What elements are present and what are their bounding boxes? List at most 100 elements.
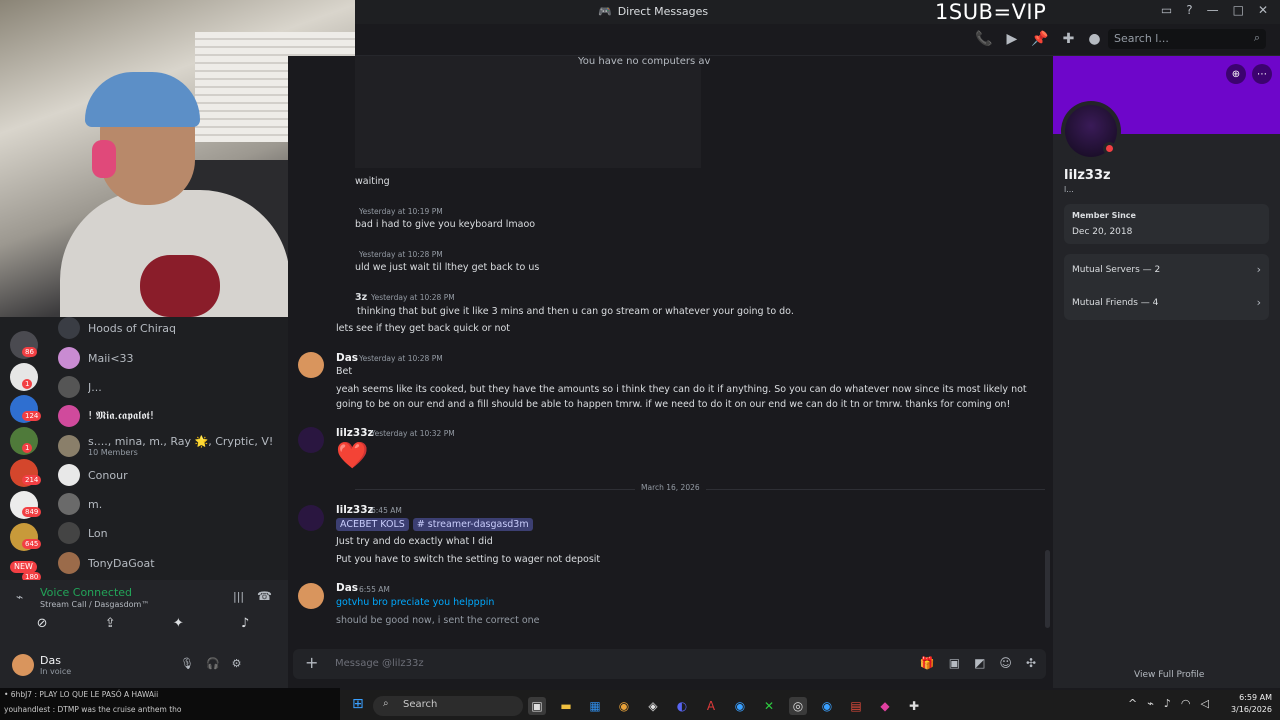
minimize-button[interactable]: —: [1207, 3, 1219, 17]
app-icon[interactable]: ◆: [876, 697, 894, 715]
stream-chat-ticker: • 6hbJ7 : PLAY LO QUE LE PASÓ A HAWAii y…: [0, 688, 340, 720]
steam-icon[interactable]: ◎: [789, 697, 807, 715]
help-icon[interactable]: ?: [1186, 3, 1192, 17]
windows-start-icon[interactable]: ⊞: [352, 696, 364, 712]
message-author[interactable]: Das: [336, 582, 358, 594]
user-avatar[interactable]: [12, 654, 34, 676]
add-friend-icon[interactable]: ⊕: [1226, 64, 1246, 84]
noise-suppression-icon[interactable]: |||: [233, 590, 244, 603]
inbox-icon[interactable]: ▭: [1161, 3, 1172, 17]
sticker-icon[interactable]: ◩: [974, 656, 985, 670]
app-icon[interactable]: ◈: [644, 697, 662, 715]
dm-list: Hoods of Chiraq Maii<33 J... ! 𝕸𝖎𝖆.𝖈𝖆𝖕𝖆𝖑…: [48, 317, 288, 580]
channel-mention[interactable]: # streamer-dasgasd3m: [412, 518, 533, 531]
chat-scrollbar[interactable]: [1045, 550, 1050, 628]
more-icon[interactable]: ⋯: [1252, 64, 1272, 84]
edge-icon[interactable]: ◉: [731, 697, 749, 715]
wifi-icon[interactable]: ◠: [1181, 697, 1191, 710]
emoji-icon[interactable]: ☺: [999, 656, 1012, 670]
timestamp: Yesterday at 10:19 PM: [359, 207, 443, 216]
attach-plus-icon[interactable]: +: [305, 653, 318, 672]
dm-item[interactable]: Maii<33: [58, 344, 283, 372]
dm-name: Conour: [88, 468, 128, 482]
screen-share-icon[interactable]: ⇪: [105, 616, 116, 631]
maximize-button[interactable]: □: [1233, 3, 1244, 17]
camera-off-icon[interactable]: ⊘: [37, 616, 48, 631]
chrome-icon[interactable]: ◉: [615, 697, 633, 715]
ticker-line: youhandlest : DTMP was the cruise anthem…: [4, 705, 182, 714]
ticker-line: • 6hbJ7 : PLAY LO QUE LE PASÓ A HAWAii: [4, 690, 159, 699]
stream-overlay-text: 1SUB=VIP: [935, 0, 1047, 24]
file-explorer-icon[interactable]: ▬: [557, 697, 575, 715]
unread-badge: 124: [22, 411, 42, 421]
voice-channel[interactable]: Stream Call / Dasgasdom™: [40, 600, 149, 609]
screenshot-embed: You have no computers av: [355, 56, 710, 168]
mic-icon[interactable]: 🎙: [180, 657, 194, 670]
avatar[interactable]: [298, 505, 324, 531]
avatar[interactable]: [298, 583, 324, 609]
message-author[interactable]: 3z: [355, 292, 367, 303]
gift-icon[interactable]: 🎁: [920, 656, 935, 670]
message-author[interactable]: lilz33z: [336, 504, 374, 516]
mutual-friends[interactable]: Mutual Friends — 4: [1072, 298, 1158, 308]
message-composer[interactable]: + Message @lilz33z 🎁 ▣ ◩ ☺ ✣: [293, 649, 1046, 679]
chevron-up-icon[interactable]: ^: [1128, 697, 1137, 710]
profile-toggle-icon[interactable]: ●: [1088, 31, 1100, 47]
task-view-icon[interactable]: ▣: [528, 697, 546, 715]
message-author[interactable]: lilz33z: [336, 427, 374, 439]
disconnect-icon[interactable]: ☎: [257, 589, 272, 603]
add-friend-icon[interactable]: ✚: [1063, 31, 1075, 47]
message-author[interactable]: Das: [336, 352, 358, 364]
roses-graphic: [140, 255, 220, 317]
app-icon[interactable]: ▤: [847, 697, 865, 715]
dm-item[interactable]: J...: [58, 373, 283, 401]
taskbar-clock[interactable]: 6:59 AM 3/16/2026: [1228, 692, 1272, 716]
app-icon[interactable]: A: [702, 697, 720, 715]
activities-icon[interactable]: ✦: [173, 616, 184, 631]
server-mention[interactable]: ACEBET KOLS: [336, 518, 409, 531]
network-icon[interactable]: ⌁: [1147, 697, 1154, 710]
dm-name: ! 𝕸𝖎𝖆.𝖈𝖆𝖕𝖆𝖑𝖔𝖙!: [88, 409, 155, 422]
voice-actions: ⊘ ⇪ ✦ ♪: [8, 616, 278, 631]
dm-item[interactable]: s...., mina, m., Ray 🌟, Cryptic, V!one, …: [58, 432, 283, 460]
member-since-label: Member Since: [1072, 211, 1136, 220]
message-text: Just try and do exactly what I did: [336, 536, 493, 547]
app-icon[interactable]: ✚: [905, 697, 923, 715]
mutual-servers[interactable]: Mutual Servers — 2: [1072, 265, 1160, 275]
avatar[interactable]: [298, 352, 324, 378]
pin-icon[interactable]: 📌: [1031, 31, 1048, 47]
xbox-icon[interactable]: ✕: [760, 697, 778, 715]
call-icon[interactable]: 📞: [975, 31, 992, 47]
profile-actions: ⊕ ⋯: [1226, 64, 1272, 84]
volume-icon[interactable]: ◁: [1200, 697, 1208, 710]
video-icon[interactable]: ▶: [1006, 31, 1017, 47]
dm-item[interactable]: Hoods of Chiraq: [58, 314, 283, 342]
headphones-icon[interactable]: 🎧: [206, 657, 220, 670]
close-button[interactable]: ✕: [1258, 3, 1268, 17]
edge-icon[interactable]: ◉: [818, 697, 836, 715]
discord-icon[interactable]: ◐: [673, 697, 691, 715]
dm-item[interactable]: ! 𝕸𝖎𝖆.𝖈𝖆𝖕𝖆𝖑𝖔𝖙!: [58, 402, 283, 430]
signal-icon[interactable]: ⌁: [16, 590, 23, 604]
store-icon[interactable]: ▦: [586, 697, 604, 715]
mic-icon[interactable]: ♪: [1164, 697, 1171, 710]
apps-icon[interactable]: ✣: [1026, 656, 1036, 670]
dm-name: Lon: [88, 526, 108, 540]
message-text: thinking that but give it like 3 mins an…: [357, 306, 794, 317]
soundboard-icon[interactable]: ♪: [241, 616, 249, 631]
search-input[interactable]: Search l... ⌕: [1108, 29, 1266, 49]
dm-item[interactable]: m.: [58, 490, 283, 518]
settings-icon[interactable]: ⚙: [232, 657, 242, 670]
gif-icon[interactable]: ▣: [949, 656, 960, 670]
dm-item[interactable]: Lon: [58, 519, 283, 547]
taskbar-search[interactable]: ⌕ Search: [373, 696, 523, 716]
view-full-profile[interactable]: View Full Profile: [1134, 670, 1204, 680]
chat-header: 📞 ▶ 📌 ✚ ● Search l... ⌕: [355, 24, 1280, 56]
search-icon: ⌕: [1253, 31, 1260, 44]
dm-item[interactable]: Conour: [58, 461, 283, 489]
timestamp: 6:55 AM: [359, 585, 390, 594]
message-input[interactable]: Message @lilz33z: [335, 658, 424, 669]
avatar[interactable]: [298, 427, 324, 453]
date-divider: March 16, 2026: [355, 483, 1045, 492]
dm-item[interactable]: TonyDaGoat: [58, 549, 283, 577]
